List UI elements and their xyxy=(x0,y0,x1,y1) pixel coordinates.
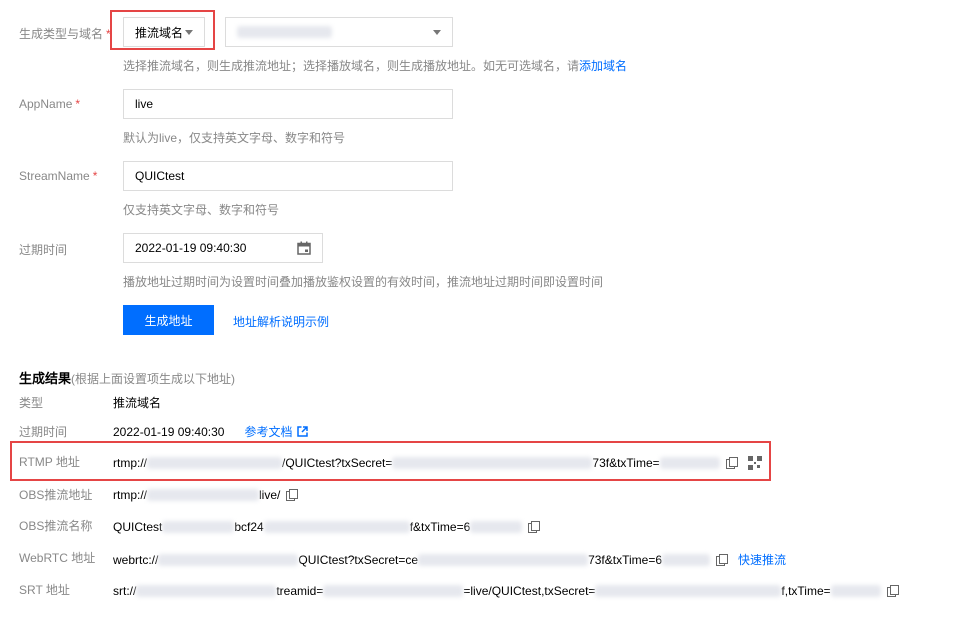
chevron-down-icon xyxy=(185,29,193,35)
streamname-label: StreamName * xyxy=(19,169,98,183)
quick-push-link[interactable]: 快速推流 xyxy=(738,551,786,568)
type-select[interactable]: 推流域名 xyxy=(123,17,205,47)
result-expire-value: 2022-01-19 09:40:30 xyxy=(113,424,225,439)
webrtc-label: WebRTC 地址 xyxy=(19,551,96,565)
appname-hint: 默认为live，仅支持英文字母、数字和符号 xyxy=(123,131,346,145)
generate-button[interactable]: 生成地址 xyxy=(123,305,214,335)
explain-link[interactable]: 地址解析说明示例 xyxy=(233,313,329,330)
blurred-text xyxy=(662,553,710,566)
result-type-value: 推流域名 xyxy=(113,396,162,410)
blurred-text xyxy=(470,521,523,533)
copy-icon[interactable] xyxy=(286,489,299,501)
chevron-down-icon xyxy=(433,29,441,35)
calendar-icon xyxy=(297,241,311,255)
blurred-text xyxy=(418,553,589,566)
blurred-text xyxy=(158,553,299,566)
obs-address-label: OBS推流地址 xyxy=(19,488,93,502)
expire-datepicker[interactable]: 2022-01-19 09:40:30 xyxy=(123,233,323,263)
result-heading: 生成结果(根据上面设置项生成以下地址) xyxy=(19,371,236,386)
type-domain-hint: 选择推流域名，则生成推流地址；选择播放域名，则生成播放地址。如无可选域名，请添加… xyxy=(123,59,628,73)
type-select-value: 推流域名 xyxy=(135,25,184,40)
obs-name-label: OBS推流名称 xyxy=(19,519,93,533)
copy-icon[interactable] xyxy=(716,553,728,566)
obs-address[interactable]: rtmp:// live/ xyxy=(113,488,299,502)
expire-label: 过期时间 xyxy=(19,243,68,257)
copy-icon[interactable] xyxy=(528,521,541,533)
srt-address[interactable]: srt:// treamid= =live/QUICtest,txSecret=… xyxy=(113,584,899,598)
rtmp-address[interactable]: rtmp:// /QUICtest?txSecret= 73f&txTime= xyxy=(113,456,762,470)
blurred-text xyxy=(323,585,464,597)
copy-icon[interactable] xyxy=(725,457,738,469)
result-type-label: 类型 xyxy=(19,396,44,410)
blurred-text xyxy=(595,585,782,597)
blurred-text xyxy=(263,521,410,533)
appname-label: AppName * xyxy=(19,97,81,111)
add-domain-link[interactable]: 添加域名 xyxy=(579,59,627,73)
webrtc-address[interactable]: webrtc:// QUICtest?txSecret=ce 73f&txTim… xyxy=(113,551,786,568)
blurred-text xyxy=(136,585,277,597)
qrcode-icon[interactable] xyxy=(747,456,762,470)
domain-select-value-blurred xyxy=(237,26,332,38)
reference-doc-link[interactable]: 参考文档 xyxy=(244,423,292,440)
streamname-hint: 仅支持英文字母、数字和符号 xyxy=(123,203,280,217)
obs-stream-name[interactable]: QUICtest bcf24 f&txTime=6 xyxy=(113,520,541,534)
copy-icon[interactable] xyxy=(886,585,899,597)
external-link-icon[interactable] xyxy=(297,426,309,437)
blurred-text xyxy=(659,457,720,469)
blurred-text xyxy=(147,489,260,501)
rtmp-label: RTMP 地址 xyxy=(19,455,80,469)
domain-select[interactable] xyxy=(225,17,453,47)
blurred-text xyxy=(147,457,283,469)
result-expire-row: 2022-01-19 09:40:30 参考文档 xyxy=(113,423,309,440)
streamname-input[interactable]: QUICtest xyxy=(123,161,453,191)
type-domain-label: 生成类型与域名 * xyxy=(19,27,111,41)
result-expire-label: 过期时间 xyxy=(19,425,68,439)
blurred-text xyxy=(392,457,593,469)
blurred-text xyxy=(162,521,235,533)
srt-label: SRT 地址 xyxy=(19,583,70,597)
blurred-text xyxy=(830,585,881,597)
expire-hint: 播放地址过期时间为设置时间叠加播放鉴权设置的有效时间，推流地址过期时间即设置时间 xyxy=(123,275,604,289)
appname-input[interactable]: live xyxy=(123,89,453,119)
